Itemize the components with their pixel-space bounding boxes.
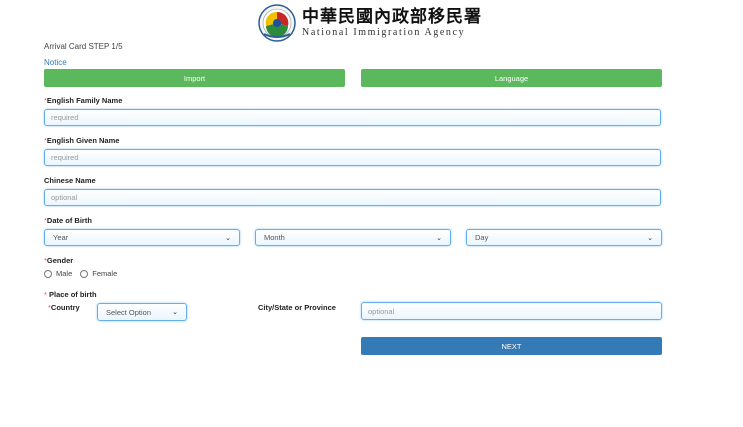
dob-day-value: Day xyxy=(475,233,489,242)
notice-link[interactable]: Notice xyxy=(44,58,67,67)
family-name-label: *English Family Name xyxy=(44,96,122,105)
dob-day-select[interactable]: Day ⌄ xyxy=(466,229,662,246)
chevron-down-icon: ⌄ xyxy=(436,234,442,242)
step-indicator: Arrival Card STEP 1/5 xyxy=(44,42,123,51)
country-select[interactable]: Select Option ⌄ xyxy=(97,303,187,321)
given-name-input[interactable]: required xyxy=(44,149,661,166)
agency-title-english: National Immigration Agency xyxy=(302,26,466,38)
gender-male-radio[interactable] xyxy=(44,269,52,278)
family-name-placeholder: required xyxy=(51,113,79,122)
dob-year-value: Year xyxy=(53,233,69,242)
chevron-down-icon: ⌄ xyxy=(172,309,178,316)
city-input[interactable]: optional xyxy=(361,302,662,320)
country-select-value: Select Option xyxy=(106,307,152,317)
import-button[interactable]: Import xyxy=(44,69,345,87)
family-name-label-text: English Family Name xyxy=(46,96,123,105)
country-label: *Country xyxy=(48,303,80,312)
chinese-name-placeholder: optional xyxy=(51,193,78,202)
chinese-name-label: Chinese Name xyxy=(44,176,96,185)
language-button[interactable]: Language xyxy=(361,69,662,87)
chevron-down-icon: ⌄ xyxy=(647,234,653,242)
chevron-down-icon: ⌄ xyxy=(225,234,231,242)
place-of-birth-label-text: Place of birth xyxy=(49,290,97,299)
place-of-birth-label: * Place of birth xyxy=(44,290,97,299)
gender-label: *Gender xyxy=(44,256,73,265)
given-name-label-text: English Given Name xyxy=(46,136,120,145)
city-label: City/State or Province xyxy=(258,303,336,312)
gender-female-radio[interactable] xyxy=(80,269,89,278)
gender-options: Male Female xyxy=(44,269,125,278)
gender-label-text: Gender xyxy=(46,256,74,265)
dob-month-select[interactable]: Month ⌄ xyxy=(255,229,451,246)
agency-logo-icon xyxy=(258,4,296,42)
header: 中華民國內政部移民署 National Immigration Agency xyxy=(258,3,482,43)
next-button[interactable]: NEXT xyxy=(361,337,662,355)
gender-female-label[interactable]: Female xyxy=(92,269,117,278)
family-name-input[interactable]: required xyxy=(44,109,661,126)
dob-year-select[interactable]: Year ⌄ xyxy=(44,229,240,246)
given-name-label: *English Given Name xyxy=(44,136,119,145)
dob-label-text: Date of Birth xyxy=(46,216,92,225)
gender-male-label[interactable]: Male xyxy=(56,269,72,278)
agency-title-chinese: 中華民國內政部移民署 xyxy=(302,6,482,27)
dob-label: *Date of Birth xyxy=(44,216,92,225)
country-label-text: Country xyxy=(50,303,80,312)
dob-month-value: Month xyxy=(264,233,285,242)
given-name-placeholder: required xyxy=(51,153,79,162)
chinese-name-input[interactable]: optional xyxy=(44,189,661,206)
city-placeholder: optional xyxy=(368,306,395,316)
